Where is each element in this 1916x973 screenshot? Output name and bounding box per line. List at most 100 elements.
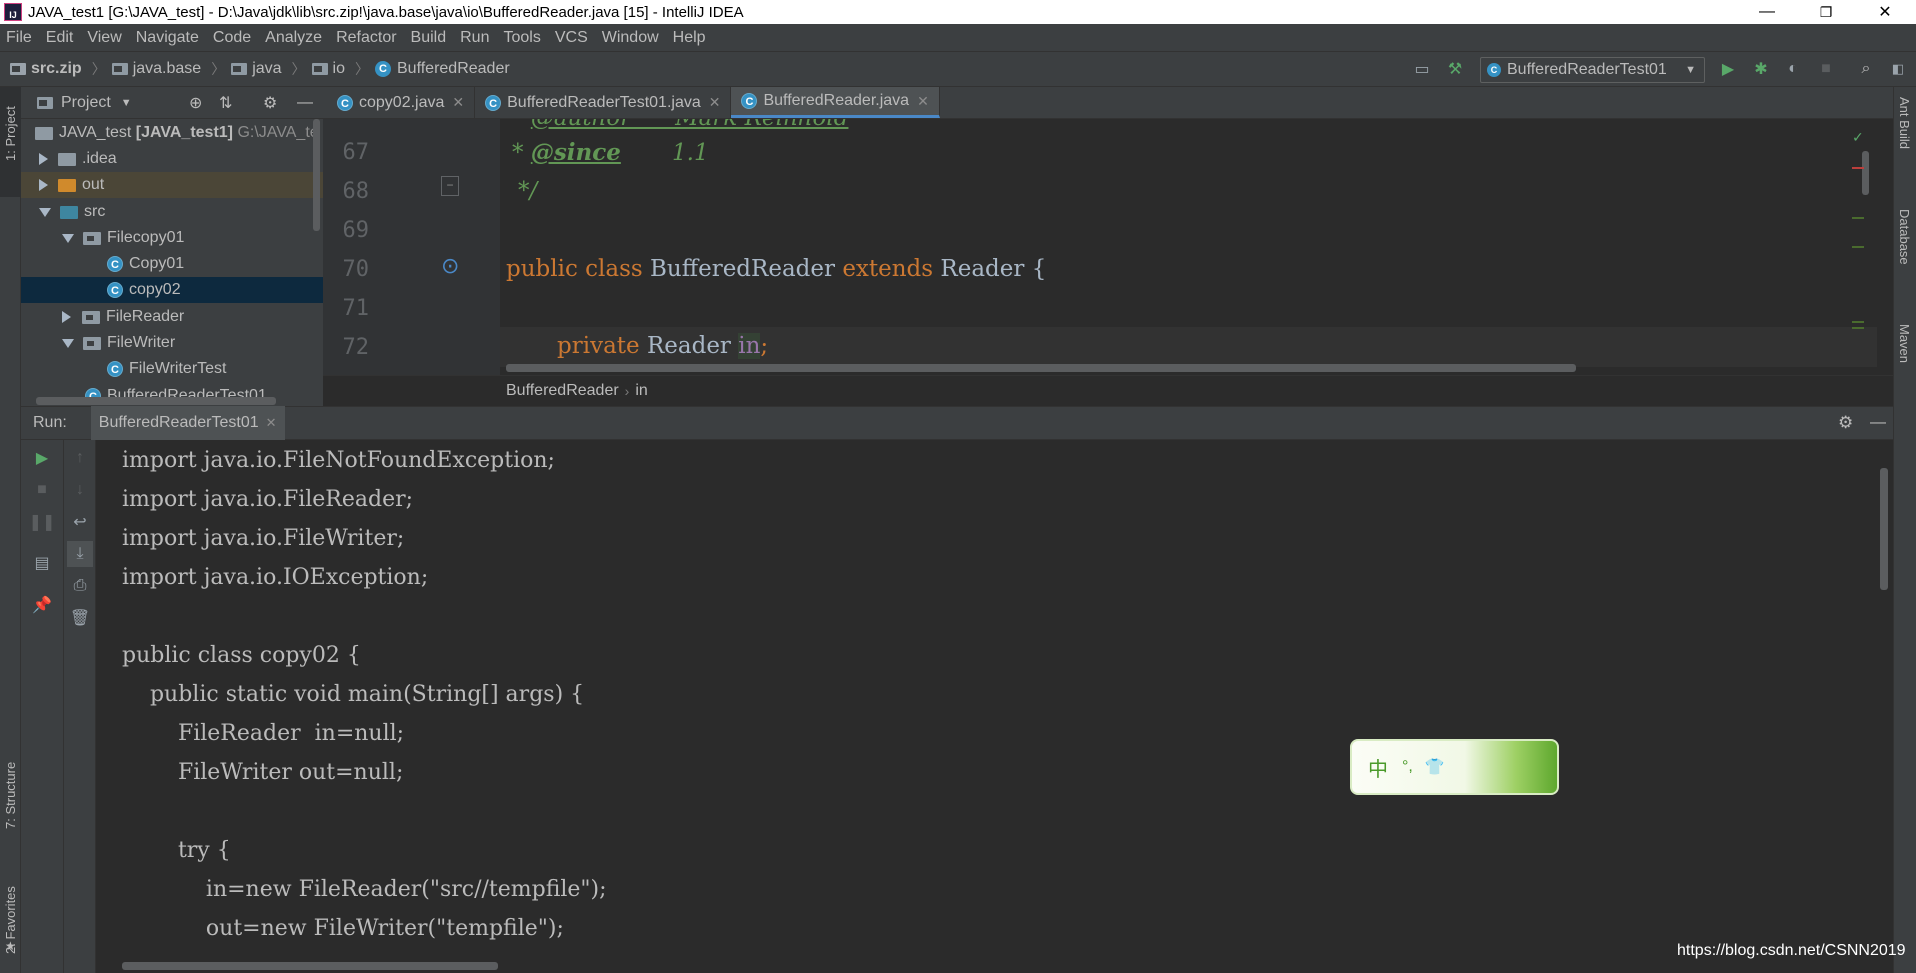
arrow-down-icon[interactable]: ↓ — [70, 480, 90, 500]
breadcrumb-item-bufferedreader[interactable]: C BufferedReader — [375, 60, 510, 78]
rerun-icon[interactable]: ▶ — [32, 448, 52, 468]
tree-item-filewritertest[interactable]: C FileWriterTest — [21, 356, 323, 382]
subclass-gutter-icon[interactable]: ⊙ — [441, 253, 467, 279]
breadcrumb-item-java[interactable]: java — [231, 60, 282, 78]
tree-item-filewriter[interactable]: FileWriter — [21, 330, 323, 356]
trash-icon[interactable]: 🗑 — [70, 608, 90, 628]
locate-icon[interactable]: ⊕ — [189, 93, 202, 113]
pause-icon[interactable]: ❚❚ — [29, 512, 56, 532]
ime-language-toggle[interactable]: 中 — [1368, 753, 1388, 782]
stop-icon[interactable]: ■ — [1815, 58, 1837, 80]
menu-edit[interactable]: Edit — [39, 29, 81, 47]
close-button[interactable]: ✕ — [1862, 0, 1908, 24]
menu-vcs[interactable]: VCS — [548, 29, 595, 47]
tree-item-filecopy01[interactable]: Filecopy01 — [21, 225, 323, 251]
menu-navigate[interactable]: Navigate — [129, 29, 206, 47]
project-tool-tab[interactable]: 1: Project — [0, 87, 21, 197]
menu-run[interactable]: Run — [453, 29, 496, 47]
change-stripe[interactable] — [1852, 327, 1864, 329]
debug-icon[interactable]: ✱ — [1750, 58, 1772, 80]
search-icon[interactable]: ⌕ — [1855, 58, 1877, 80]
menu-help[interactable]: Help — [666, 29, 713, 47]
stop-icon[interactable]: ■ — [32, 480, 52, 500]
menu-tools[interactable]: Tools — [496, 29, 547, 47]
fold-icon[interactable]: − — [441, 176, 459, 196]
coverage-icon[interactable]: ◐ — [1782, 58, 1804, 80]
error-stripe[interactable] — [1852, 167, 1864, 169]
arrow-up-icon[interactable]: ↑ — [70, 448, 90, 468]
hide-icon[interactable]: — — [1870, 414, 1886, 432]
tree-item-java-test[interactable]: JAVA_test [JAVA_test1] G:\JAVA_te — [21, 120, 323, 146]
maven-tool-tab[interactable]: Maven — [1894, 322, 1916, 402]
close-icon[interactable]: ✕ — [266, 415, 277, 431]
gear-icon[interactable]: ⚙ — [263, 93, 277, 113]
ide-features-icon[interactable]: ◧ — [1887, 58, 1909, 80]
vertical-scrollbar[interactable] — [313, 119, 320, 231]
vertical-scrollbar[interactable] — [1880, 468, 1888, 590]
menu-window[interactable]: Window — [595, 29, 666, 47]
console-output[interactable]: import java.io.FileNotFoundException; im… — [96, 440, 1893, 973]
tree-item-idea[interactable]: .idea — [21, 146, 323, 172]
minimize-button[interactable]: — — [1744, 0, 1790, 24]
change-stripe[interactable] — [1852, 321, 1864, 323]
ime-punctuation-toggle[interactable]: °, — [1402, 758, 1413, 776]
chevron-down-icon[interactable] — [62, 338, 74, 348]
build-hammer-icon[interactable]: ⚒ — [1444, 58, 1466, 80]
breadcrumb-field[interactable]: in — [635, 382, 647, 400]
tree-item-out[interactable]: out — [21, 172, 323, 198]
layout-icon[interactable]: ▭ — [1411, 58, 1433, 80]
breadcrumb-class[interactable]: BufferedReader — [506, 382, 619, 400]
pin-icon[interactable]: 📌 — [32, 595, 52, 615]
chevron-down-icon[interactable] — [62, 233, 74, 243]
close-icon[interactable]: ✕ — [709, 94, 721, 111]
scroll-to-end-icon[interactable]: ⤓ — [67, 541, 93, 567]
database-tool-tab[interactable]: Database — [1894, 207, 1916, 287]
soft-wrap-icon[interactable]: ↩ — [70, 512, 90, 532]
favorites-tool-tab[interactable]: 2: Favorites ★ — [0, 862, 21, 962]
tree-item-src[interactable]: src — [21, 199, 323, 225]
menu-code[interactable]: Code — [206, 29, 258, 47]
ime-skin-icon[interactable]: 👕 — [1425, 757, 1445, 777]
layout-icon[interactable]: ▤ — [32, 553, 52, 573]
close-icon[interactable]: ✕ — [917, 93, 929, 110]
horizontal-scrollbar[interactable] — [506, 364, 1576, 372]
close-icon[interactable]: ✕ — [452, 94, 464, 111]
collapse-all-icon[interactable]: ⇅ — [219, 93, 232, 113]
menu-file[interactable]: File — [0, 29, 39, 47]
breadcrumb-item-javabase[interactable]: java.base — [111, 60, 201, 78]
menu-build[interactable]: Build — [404, 29, 454, 47]
tree-item-filereader[interactable]: FileReader — [21, 304, 323, 330]
breadcrumb-item-io[interactable]: io — [311, 60, 345, 78]
menu-view[interactable]: View — [80, 29, 128, 47]
chevron-right-icon[interactable] — [62, 311, 71, 323]
change-stripe[interactable] — [1852, 217, 1864, 219]
tab-bufferedreader[interactable]: C BufferedReader.java ✕ — [731, 87, 940, 118]
tree-item-copy02[interactable]: Ccopy02 — [21, 277, 323, 303]
ant-build-tool-tab[interactable]: Ant Build — [1894, 95, 1916, 175]
run-tab[interactable]: BufferedReaderTest01 ✕ — [90, 406, 285, 440]
menu-analyze[interactable]: Analyze — [258, 29, 329, 47]
restore-button[interactable]: ❐ — [1803, 0, 1849, 24]
project-panel-title[interactable]: Project — [61, 94, 111, 112]
tab-copy02[interactable]: Ccopy02.java ✕ — [323, 87, 476, 118]
chevron-right-icon[interactable] — [39, 153, 48, 165]
tab-bufferedreadertest01[interactable]: C BufferedReaderTest01.java ✕ — [475, 87, 732, 118]
structure-tool-tab[interactable]: 7: Structure — [0, 737, 21, 832]
chevron-down-icon[interactable]: ▼ — [121, 97, 132, 109]
horizontal-scrollbar[interactable] — [122, 962, 498, 970]
chevron-down-icon[interactable] — [39, 207, 51, 217]
run-configuration-select[interactable]: C BufferedReaderTest01 ▼ — [1480, 57, 1705, 83]
print-icon[interactable]: ⎙ — [70, 576, 90, 596]
vertical-scrollbar[interactable] — [1862, 151, 1869, 195]
chevron-right-icon[interactable] — [39, 179, 48, 191]
tree-item-copy01[interactable]: C Copy01 — [21, 251, 323, 277]
code-editor[interactable]: * @author Mark Reinhold * @since 1.1 */ … — [500, 119, 1877, 375]
run-icon[interactable]: ▶ — [1717, 58, 1739, 80]
breadcrumb-item-srczip[interactable]: src.zip — [10, 60, 82, 78]
hide-icon[interactable]: — — [297, 94, 313, 112]
ime-toolbar[interactable]: 中 °, 👕 — [1350, 739, 1559, 795]
horizontal-scrollbar[interactable] — [36, 397, 276, 405]
change-stripe[interactable] — [1852, 246, 1864, 248]
menu-refactor[interactable]: Refactor — [329, 29, 403, 47]
gear-icon[interactable]: ⚙ — [1838, 413, 1853, 433]
